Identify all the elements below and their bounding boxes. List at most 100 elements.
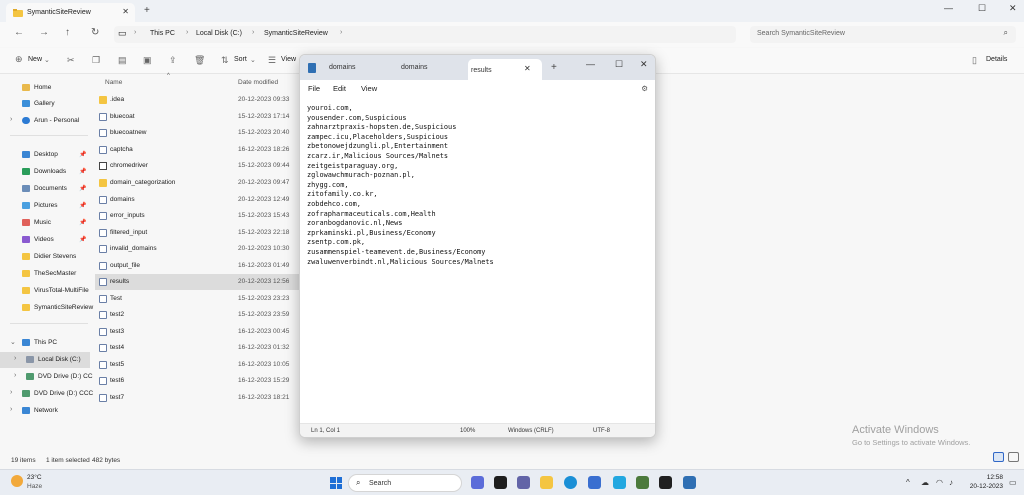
minimize-button[interactable]: — (586, 59, 595, 69)
cut-icon[interactable]: ✂ (67, 55, 75, 66)
copy-icon[interactable]: ❐ (92, 55, 100, 66)
column-header-date-modified[interactable]: Date modified (238, 79, 278, 86)
explorer-tab[interactable]: SymanticSiteReview ✕ (6, 3, 135, 22)
dvd-icon (22, 390, 30, 397)
file-row[interactable]: output_file 16-12-2023 01:49 (95, 258, 300, 274)
rename-icon[interactable]: ▣ (143, 55, 152, 66)
paste-icon[interactable]: ▤ (118, 55, 127, 66)
sidebar-item-dvd-drive[interactable]: › DVD Drive (D:) CC (0, 369, 93, 385)
weather-icon[interactable] (11, 475, 23, 487)
explorer-status-bar: 19 items 1 item selected 482 bytes (0, 455, 1024, 469)
tiles-view-button[interactable] (1008, 452, 1019, 462)
edge-icon[interactable] (564, 476, 577, 489)
sidebar-item-gallery[interactable]: Gallery (0, 96, 90, 112)
file-row[interactable]: bluecoatnew 15-12-2023 20:40 (95, 125, 300, 141)
start-icon[interactable] (330, 477, 342, 489)
sidebar-item-downloads[interactable]: Downloads 📌 (0, 164, 90, 180)
app-icon[interactable] (636, 476, 649, 489)
cloud-icon[interactable]: ☁ (921, 478, 929, 487)
delete-icon[interactable]: 🗑 (194, 55, 205, 66)
close-tab-icon[interactable]: ✕ (122, 7, 129, 16)
notepad-taskbar-icon[interactable] (683, 476, 696, 489)
menu-edit[interactable]: Edit (333, 84, 346, 93)
breadcrumb-local-disk[interactable]: Local Disk (C:) (196, 30, 242, 37)
sidebar-item-local-disk[interactable]: › Local Disk (C:) (0, 352, 90, 368)
task-view-icon[interactable] (494, 476, 507, 489)
sidebar-item-symantic[interactable]: SymanticSiteReview (0, 300, 93, 316)
close-window-button[interactable]: ✕ (1009, 3, 1017, 14)
file-row[interactable]: test6 16-12-2023 15:29 (95, 373, 300, 389)
close-window-button[interactable]: ✕ (640, 59, 648, 70)
breadcrumb-this-pc[interactable]: This PC (150, 30, 175, 37)
details-view-button[interactable] (993, 452, 1004, 462)
sidebar-item-this-pc[interactable]: ⌄ This PC (0, 335, 90, 351)
gear-icon[interactable]: ⚙ (641, 84, 648, 93)
details-button[interactable]: Details (986, 56, 1007, 63)
file-row[interactable]: test2 15-12-2023 23:59 (95, 307, 300, 323)
file-explorer-icon[interactable] (540, 476, 553, 489)
file-row[interactable]: bluecoat 15-12-2023 17:14 (95, 109, 300, 125)
column-header-name[interactable]: Name (105, 79, 122, 86)
store-icon[interactable] (588, 476, 601, 489)
file-row[interactable]: test3 16-12-2023 00:45 (95, 324, 300, 340)
menu-file[interactable]: File (308, 84, 320, 93)
maximize-button[interactable]: ☐ (978, 3, 986, 14)
sidebar-item-pictures[interactable]: Pictures 📌 (0, 198, 90, 214)
notepad-tab-results[interactable]: results ✕ (468, 59, 542, 80)
new-tab-button[interactable]: + (144, 5, 150, 16)
sort-button[interactable]: Sort (234, 56, 247, 63)
file-row[interactable]: domains 20-12-2023 12:49 (95, 192, 300, 208)
sidebar-item-didier[interactable]: Didier Stevens (0, 249, 90, 265)
sidebar-item-network[interactable]: › Network (0, 403, 90, 419)
teams-icon[interactable] (517, 476, 530, 489)
notepad-tab-domains[interactable]: domains (329, 64, 355, 71)
file-row[interactable]: Test 15-12-2023 23:23 (95, 291, 300, 307)
terminal-icon[interactable] (659, 476, 672, 489)
file-row[interactable]: results 20-12-2023 12:56 (95, 274, 300, 290)
vscode-icon[interactable] (613, 476, 626, 489)
menu-view[interactable]: View (361, 84, 377, 93)
sidebar-item-home[interactable]: Home (0, 80, 90, 96)
breadcrumb-folder[interactable]: SymanticSiteReview (264, 30, 328, 37)
share-icon[interactable]: ⇪ (169, 55, 177, 66)
wifi-icon[interactable]: ◠ (936, 478, 943, 487)
up-button[interactable]: ↑ (65, 27, 70, 38)
file-row[interactable]: test5 16-12-2023 10:05 (95, 357, 300, 373)
sidebar-item-videos[interactable]: Videos 📌 (0, 232, 90, 248)
view-button[interactable]: View (281, 56, 296, 63)
file-row[interactable]: captcha 16-12-2023 18:26 (95, 142, 300, 158)
sidebar-item-desktop[interactable]: Desktop 📌 (0, 147, 90, 163)
volume-icon[interactable]: ♪ (949, 478, 953, 487)
taskbar-search[interactable]: ⌕ Search (348, 474, 462, 492)
chevron-up-icon[interactable]: ^ (906, 478, 910, 487)
back-button[interactable]: ← (14, 27, 24, 38)
minimize-button[interactable]: — (944, 3, 953, 13)
sidebar-item-onedrive[interactable]: › Arun - Personal (0, 113, 90, 129)
file-row[interactable]: chromedriver 15-12-2023 09:44 (95, 158, 300, 174)
file-row[interactable]: error_inputs 15-12-2023 15:43 (95, 208, 300, 224)
notepad-tab-domains-2[interactable]: domains (401, 64, 427, 71)
sidebar-item-virustotal[interactable]: VirusTotal-MultiFile (0, 283, 90, 299)
file-row[interactable]: test7 16-12-2023 18:21 (95, 390, 300, 406)
notepad-text-area[interactable]: youroi.com, yousender.com,Suspicious zah… (307, 104, 647, 420)
file-row[interactable]: test4 16-12-2023 01:32 (95, 340, 300, 356)
refresh-button[interactable]: ↻ (91, 27, 99, 38)
file-row[interactable]: invalid_domains 20-12-2023 10:30 (95, 241, 300, 257)
file-row[interactable]: filtered_input 15-12-2023 22:18 (95, 225, 300, 241)
new-tab-button[interactable]: + (551, 62, 557, 73)
search-input[interactable]: Search SymanticSiteReview ⌕ (750, 26, 1016, 43)
close-tab-icon[interactable]: ✕ (524, 64, 531, 73)
sidebar-item-documents[interactable]: Documents 📌 (0, 181, 90, 197)
forward-button[interactable]: → (39, 27, 49, 38)
sidebar-item-dvd-drive-2[interactable]: › DVD Drive (D:) CCC (0, 386, 93, 402)
clock[interactable]: 12:58 20-12-2023 (967, 474, 1003, 490)
file-row[interactable]: domain_categorization 20-12-2023 09:47 (95, 175, 300, 191)
sidebar-item-thesecmaster[interactable]: TheSecMaster (0, 266, 90, 282)
notification-icon[interactable]: ▭ (1009, 478, 1017, 487)
new-button[interactable]: New (28, 56, 42, 63)
maximize-button[interactable]: ☐ (615, 59, 623, 70)
file-row[interactable]: .idea 20-12-2023 09:33 (95, 92, 300, 108)
copilot-icon[interactable] (471, 476, 484, 489)
breadcrumb[interactable]: ▭ › This PC › Local Disk (C:) › Symantic… (114, 26, 736, 43)
sidebar-item-music[interactable]: Music 📌 (0, 215, 90, 231)
